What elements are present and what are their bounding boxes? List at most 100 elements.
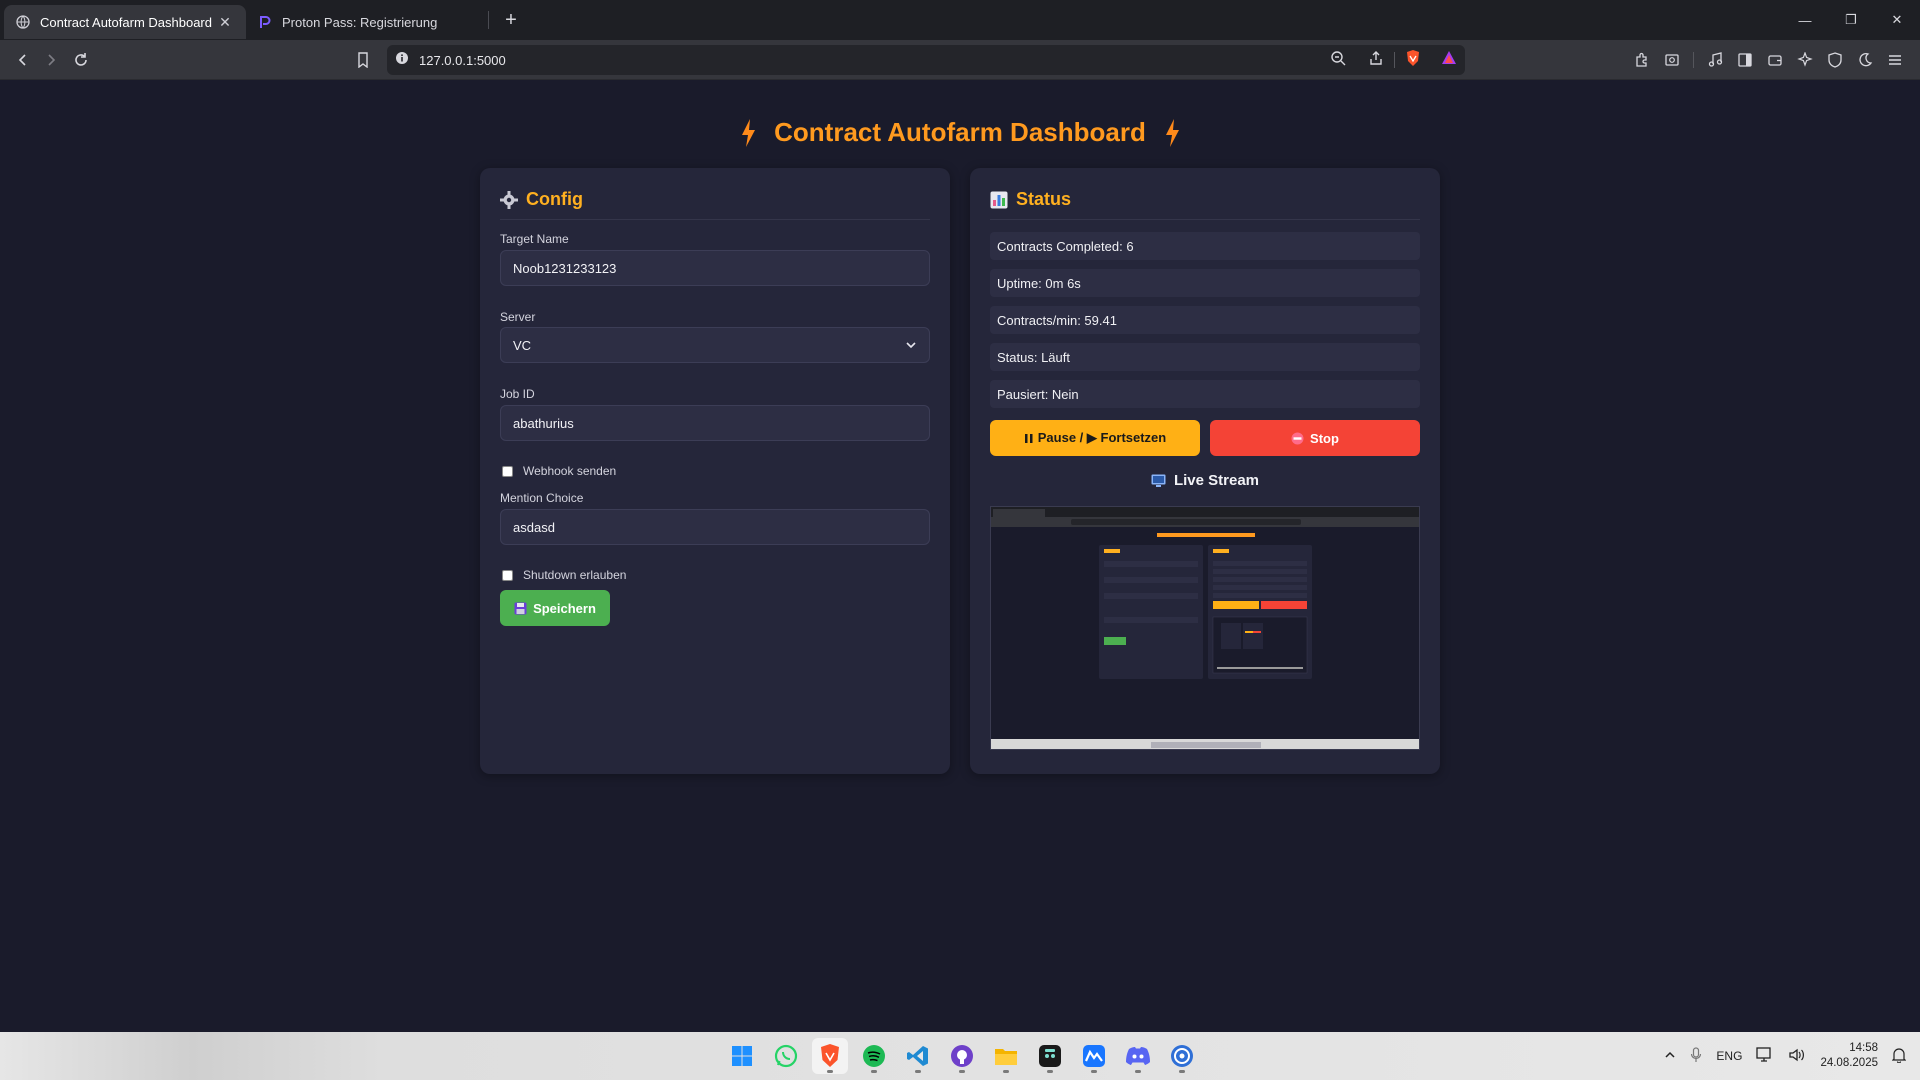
night-mode-icon[interactable] xyxy=(1850,45,1880,75)
save-button[interactable]: Speichern xyxy=(500,590,610,626)
menu-icon[interactable] xyxy=(1880,45,1910,75)
close-tab-icon[interactable]: ✕ xyxy=(216,13,234,31)
address-bar[interactable]: 127.0.0.1:5000 xyxy=(387,45,1465,75)
webhook-label: Webhook senden xyxy=(523,464,617,478)
pause-icon xyxy=(1024,433,1033,443)
browser-right-toolbar xyxy=(1627,45,1910,75)
whatsapp-icon[interactable] xyxy=(768,1038,804,1074)
tab-proton-pass[interactable]: Proton Pass: Registrierung xyxy=(246,5,488,39)
brave-rewards-icon[interactable] xyxy=(1441,50,1457,71)
shutdown-label: Shutdown erlauben xyxy=(523,568,627,582)
restore-button[interactable]: ❐ xyxy=(1828,0,1874,40)
tab-title: Proton Pass: Registrierung xyxy=(282,14,438,30)
tab-separator xyxy=(488,11,489,29)
live-stream-view xyxy=(990,506,1420,750)
gear-icon xyxy=(500,190,518,209)
page-content: Contract Autofarm Dashboard Config Targe… xyxy=(0,81,1920,1032)
leo-ai-icon[interactable] xyxy=(1790,45,1820,75)
extensions-icon[interactable] xyxy=(1627,45,1657,75)
wallet-icon[interactable] xyxy=(1760,45,1790,75)
page-title: Contract Autofarm Dashboard xyxy=(0,117,1920,148)
paused-status: Pausiert: Nein xyxy=(990,380,1420,408)
proton-icon xyxy=(258,15,272,29)
config-heading: Config xyxy=(500,188,930,220)
windows-start-icon[interactable] xyxy=(724,1038,760,1074)
mention-input[interactable]: asdasd xyxy=(500,509,930,545)
active-indicator xyxy=(827,1070,833,1073)
vpn-icon[interactable] xyxy=(1820,45,1850,75)
shutdown-checkbox-row[interactable]: Shutdown erlauben xyxy=(502,568,626,582)
no-entry-icon xyxy=(1291,432,1304,444)
volume-icon[interactable] xyxy=(1788,1047,1806,1066)
webhook-checkbox-row[interactable]: Webhook senden xyxy=(502,464,616,478)
server-label: Server xyxy=(500,310,536,324)
shutdown-checkbox[interactable] xyxy=(502,569,513,581)
active-indicator xyxy=(959,1070,965,1073)
app-icon[interactable] xyxy=(1164,1038,1200,1074)
chevron-down-icon xyxy=(906,342,916,349)
target-name-input[interactable]: Noob1231233123 xyxy=(500,250,930,286)
sidebar-icon[interactable] xyxy=(1730,45,1760,75)
bar-chart-icon xyxy=(990,191,1008,208)
media-icon[interactable] xyxy=(1700,45,1730,75)
page-title-text: Contract Autofarm Dashboard xyxy=(774,117,1146,147)
system-tray: ENG 14:58 24.08.2025 xyxy=(1664,1032,1907,1080)
pause-resume-label: Pause / ▶ Fortsetzen xyxy=(1037,430,1167,445)
stream-screenshot-image xyxy=(991,507,1419,749)
close-window-button[interactable]: ✕ xyxy=(1874,0,1920,40)
target-name-label: Target Name xyxy=(500,232,569,246)
maps-icon[interactable] xyxy=(1076,1038,1112,1074)
tab-title: Contract Autofarm Dashboard xyxy=(40,14,212,30)
brave-icon[interactable] xyxy=(812,1038,848,1074)
webhook-checkbox[interactable] xyxy=(502,465,513,477)
github-icon[interactable] xyxy=(944,1038,980,1074)
lightning-icon xyxy=(1165,118,1179,147)
chatgpt-icon[interactable] xyxy=(1032,1038,1068,1074)
new-tab-button[interactable]: + xyxy=(495,4,527,36)
reload-button[interactable] xyxy=(66,45,96,75)
contracts-completed: Contracts Completed: 6 xyxy=(990,232,1420,260)
notification-bell-icon[interactable] xyxy=(1891,1047,1907,1066)
active-indicator xyxy=(1003,1070,1009,1073)
status-heading-text: Status xyxy=(1016,189,1072,209)
live-stream-title: Live Stream xyxy=(1173,472,1260,489)
mention-value: asdasd xyxy=(513,519,555,535)
status-card: Status Contracts Completed: 6 Uptime: 0m… xyxy=(970,168,1440,774)
spotify-icon[interactable] xyxy=(856,1038,892,1074)
bookmark-icon[interactable] xyxy=(348,45,378,75)
target-name-value: Noob1231233123 xyxy=(513,260,617,276)
discord-icon[interactable] xyxy=(1120,1038,1156,1074)
job-id-value: abathurius xyxy=(513,415,574,431)
share-icon[interactable] xyxy=(1368,50,1384,71)
vscode-icon[interactable] xyxy=(900,1038,936,1074)
language-indicator[interactable]: ENG xyxy=(1716,1049,1742,1063)
contracts-per-minute: Contracts/min: 59.41 xyxy=(990,306,1420,334)
microphone-icon[interactable] xyxy=(1690,1046,1702,1066)
brave-shields-icon[interactable] xyxy=(1405,49,1421,72)
chevron-up-icon[interactable] xyxy=(1664,1049,1676,1064)
minimize-button[interactable]: — xyxy=(1782,0,1828,40)
lightning-icon xyxy=(742,118,756,147)
mention-label: Mention Choice xyxy=(500,491,584,505)
browser-toolbar: 127.0.0.1:5000 xyxy=(0,40,1920,80)
pause-resume-button[interactable]: Pause / ▶ Fortsetzen xyxy=(990,420,1200,456)
network-icon[interactable] xyxy=(1756,1046,1774,1066)
clock-time: 14:58 xyxy=(1849,1042,1878,1054)
active-indicator xyxy=(1091,1070,1097,1073)
save-button-label: Speichern xyxy=(533,600,596,616)
site-info-icon[interactable] xyxy=(395,51,409,70)
windows-taskbar: ENG 14:58 24.08.2025 xyxy=(0,1032,1920,1080)
file-explorer-icon[interactable] xyxy=(988,1038,1024,1074)
forward-button[interactable] xyxy=(36,45,66,75)
screenshot-icon[interactable] xyxy=(1657,45,1687,75)
job-id-input[interactable]: abathurius xyxy=(500,405,930,441)
zoom-icon[interactable] xyxy=(1330,50,1346,71)
tab-contract-dashboard[interactable]: Contract Autofarm Dashboard ✕ xyxy=(4,5,246,39)
active-indicator xyxy=(1047,1070,1053,1073)
clock[interactable]: 14:58 24.08.2025 xyxy=(1820,1041,1878,1071)
server-value: VC xyxy=(513,337,532,353)
active-indicator xyxy=(915,1070,921,1073)
server-select[interactable]: VC xyxy=(500,327,930,363)
stop-button[interactable]: Stop xyxy=(1210,420,1420,456)
back-button[interactable] xyxy=(8,45,38,75)
